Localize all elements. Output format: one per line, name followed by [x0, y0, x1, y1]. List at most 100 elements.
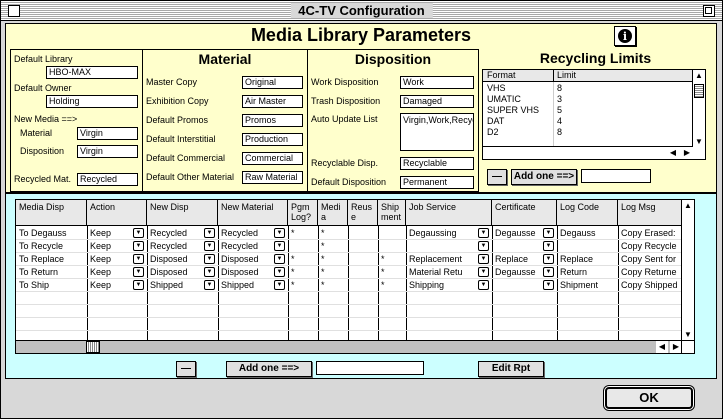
- close-box[interactable]: [8, 5, 20, 17]
- column-header-log-code[interactable]: Log Code: [557, 200, 618, 226]
- default-library-label: Default Library: [14, 54, 73, 64]
- work-disposition-label: Work Disposition: [311, 77, 379, 87]
- table-vertical-scrollbar[interactable]: ▲ ▼: [681, 200, 694, 341]
- window-title: 4C-TV Configuration: [290, 3, 433, 18]
- recycled-mat-field[interactable]: Recycled: [77, 173, 138, 186]
- chevron-down-icon[interactable]: ▼: [204, 254, 215, 264]
- chevron-down-icon[interactable]: ▼: [204, 228, 215, 238]
- scroll-up-arrow-icon[interactable]: ▲: [693, 70, 705, 82]
- chevron-down-icon[interactable]: ▼: [478, 254, 489, 264]
- default-interstitial-label: Default Interstitial: [146, 134, 216, 144]
- scroll-down-arrow-icon[interactable]: ▼: [693, 136, 705, 148]
- default-library-field[interactable]: HBO-MAX: [46, 66, 138, 79]
- list-item[interactable]: D2 8: [483, 127, 693, 138]
- recycling-add-button[interactable]: Add one ==>: [511, 169, 577, 185]
- general-panel: Default Library HBO-MAX Default Owner Ho…: [10, 49, 143, 192]
- auto-update-label: Auto Update List: [311, 114, 378, 124]
- scroll-right-arrow-icon[interactable]: ▶: [681, 147, 693, 159]
- chevron-down-icon[interactable]: ▼: [274, 280, 285, 290]
- default-interstitial-field[interactable]: Production: [242, 133, 303, 146]
- chevron-down-icon[interactable]: ▼: [204, 280, 215, 290]
- column-header-certificate[interactable]: Certificate: [492, 200, 557, 226]
- chevron-down-icon[interactable]: ▼: [274, 228, 285, 238]
- work-disposition-field[interactable]: Work: [400, 76, 474, 89]
- title-bar[interactable]: 4C-TV Configuration: [1, 1, 722, 21]
- chevron-down-icon[interactable]: ▼: [478, 267, 489, 277]
- chevron-down-icon[interactable]: ▼: [133, 254, 144, 264]
- list-item[interactable]: UMATIC 3: [483, 94, 693, 105]
- column-header-shipment[interactable]: Ship ment: [378, 200, 406, 226]
- default-other-material-field[interactable]: Raw Material: [242, 171, 303, 184]
- trash-disposition-field[interactable]: Damaged: [400, 95, 474, 108]
- chevron-down-icon[interactable]: ▼: [133, 241, 144, 251]
- default-commercial-label: Default Commercial: [146, 153, 226, 163]
- scroll-up-arrow-icon[interactable]: ▲: [682, 200, 694, 212]
- default-commercial-field[interactable]: Commercial: [242, 152, 303, 165]
- scroll-thumb[interactable]: [694, 84, 704, 98]
- ok-button[interactable]: OK: [605, 387, 693, 409]
- chevron-down-icon[interactable]: ▼: [274, 267, 285, 277]
- scroll-left-arrow-icon[interactable]: ◀: [667, 147, 679, 159]
- column-header-log-msg[interactable]: Log Msg: [618, 200, 682, 226]
- zoom-box[interactable]: [703, 5, 715, 17]
- format-column-header[interactable]: Format: [487, 70, 516, 81]
- info-button[interactable]: i: [614, 26, 636, 46]
- new-material-field[interactable]: Virgin: [77, 127, 138, 140]
- recycling-remove-button[interactable]: —: [487, 169, 507, 185]
- default-promos-label: Default Promos: [146, 115, 209, 125]
- recycling-limits-list[interactable]: Format Limit VHS 8 UMATIC 3 SUPER VHS 5 DAT…: [482, 69, 706, 160]
- chevron-down-icon[interactable]: ▼: [543, 280, 554, 290]
- list-item[interactable]: SUPER VHS 5: [483, 105, 693, 116]
- default-disposition-field[interactable]: Permanent: [400, 176, 474, 189]
- chevron-down-icon[interactable]: ▼: [133, 280, 144, 290]
- recycling-horizontal-scrollbar[interactable]: ◀ ▶: [483, 146, 693, 159]
- chevron-down-icon[interactable]: ▼: [478, 241, 489, 251]
- default-owner-label: Default Owner: [14, 83, 72, 93]
- auto-update-field[interactable]: Virgin,Work,Recycled: [400, 113, 474, 151]
- table-remove-button[interactable]: —: [176, 361, 196, 377]
- column-header-new-disp[interactable]: New Disp: [147, 200, 218, 226]
- column-header-reuse[interactable]: Reus e: [348, 200, 378, 226]
- master-copy-field[interactable]: Original: [242, 76, 303, 89]
- recyclable-disp-field[interactable]: Recyclable: [400, 157, 474, 170]
- column-header-job-service[interactable]: Job Service: [406, 200, 492, 226]
- edit-rpt-button[interactable]: Edit Rpt: [478, 361, 544, 377]
- chevron-down-icon[interactable]: ▼: [204, 267, 215, 277]
- chevron-down-icon[interactable]: ▼: [274, 254, 285, 264]
- disposition-rules-panel: Media Disp Action New Disp New Material …: [5, 193, 717, 379]
- recycling-vertical-scrollbar[interactable]: ▲ ▼: [692, 70, 705, 148]
- scroll-thumb[interactable]: [86, 341, 100, 353]
- table-add-field[interactable]: [316, 361, 424, 375]
- scroll-left-arrow-icon[interactable]: ◀: [656, 341, 668, 353]
- new-disposition-label: Disposition: [20, 146, 65, 156]
- chevron-down-icon[interactable]: ▼: [543, 241, 554, 251]
- chevron-down-icon[interactable]: ▼: [543, 254, 554, 264]
- column-header-media[interactable]: Medi a: [318, 200, 348, 226]
- default-owner-field[interactable]: Holding: [46, 95, 138, 108]
- chevron-down-icon[interactable]: ▼: [478, 228, 489, 238]
- list-item[interactable]: DAT 4: [483, 116, 693, 127]
- disposition-rules-table[interactable]: Media Disp Action New Disp New Material …: [15, 199, 695, 354]
- chevron-down-icon[interactable]: ▼: [478, 280, 489, 290]
- table-horizontal-scrollbar[interactable]: ◀ ▶: [16, 340, 682, 353]
- chevron-down-icon[interactable]: ▼: [543, 267, 554, 277]
- table-add-button[interactable]: Add one ==>: [226, 361, 312, 377]
- default-promos-field[interactable]: Promos: [242, 114, 303, 127]
- chevron-down-icon[interactable]: ▼: [543, 228, 554, 238]
- recycling-add-field[interactable]: [581, 169, 651, 183]
- chevron-down-icon[interactable]: ▼: [133, 267, 144, 277]
- column-header-new-material[interactable]: New Material: [218, 200, 288, 226]
- chevron-down-icon[interactable]: ▼: [133, 228, 144, 238]
- new-media-label: New Media ==>: [14, 114, 78, 124]
- recyclable-disp-label: Recyclable Disp.: [311, 158, 379, 168]
- new-disposition-field[interactable]: Virgin: [77, 145, 138, 158]
- limit-column-header[interactable]: Limit: [557, 70, 576, 81]
- chevron-down-icon[interactable]: ▼: [274, 241, 285, 251]
- exhibition-copy-field[interactable]: Air Master: [242, 95, 303, 108]
- list-item[interactable]: VHS 8: [483, 83, 693, 94]
- chevron-down-icon[interactable]: ▼: [204, 241, 215, 251]
- column-header-pgm-log[interactable]: Pgm Log?: [288, 200, 318, 226]
- column-header-media-disp[interactable]: Media Disp: [16, 200, 87, 226]
- table-header: Media Disp Action New Disp New Material …: [16, 200, 682, 226]
- column-header-action[interactable]: Action: [87, 200, 147, 226]
